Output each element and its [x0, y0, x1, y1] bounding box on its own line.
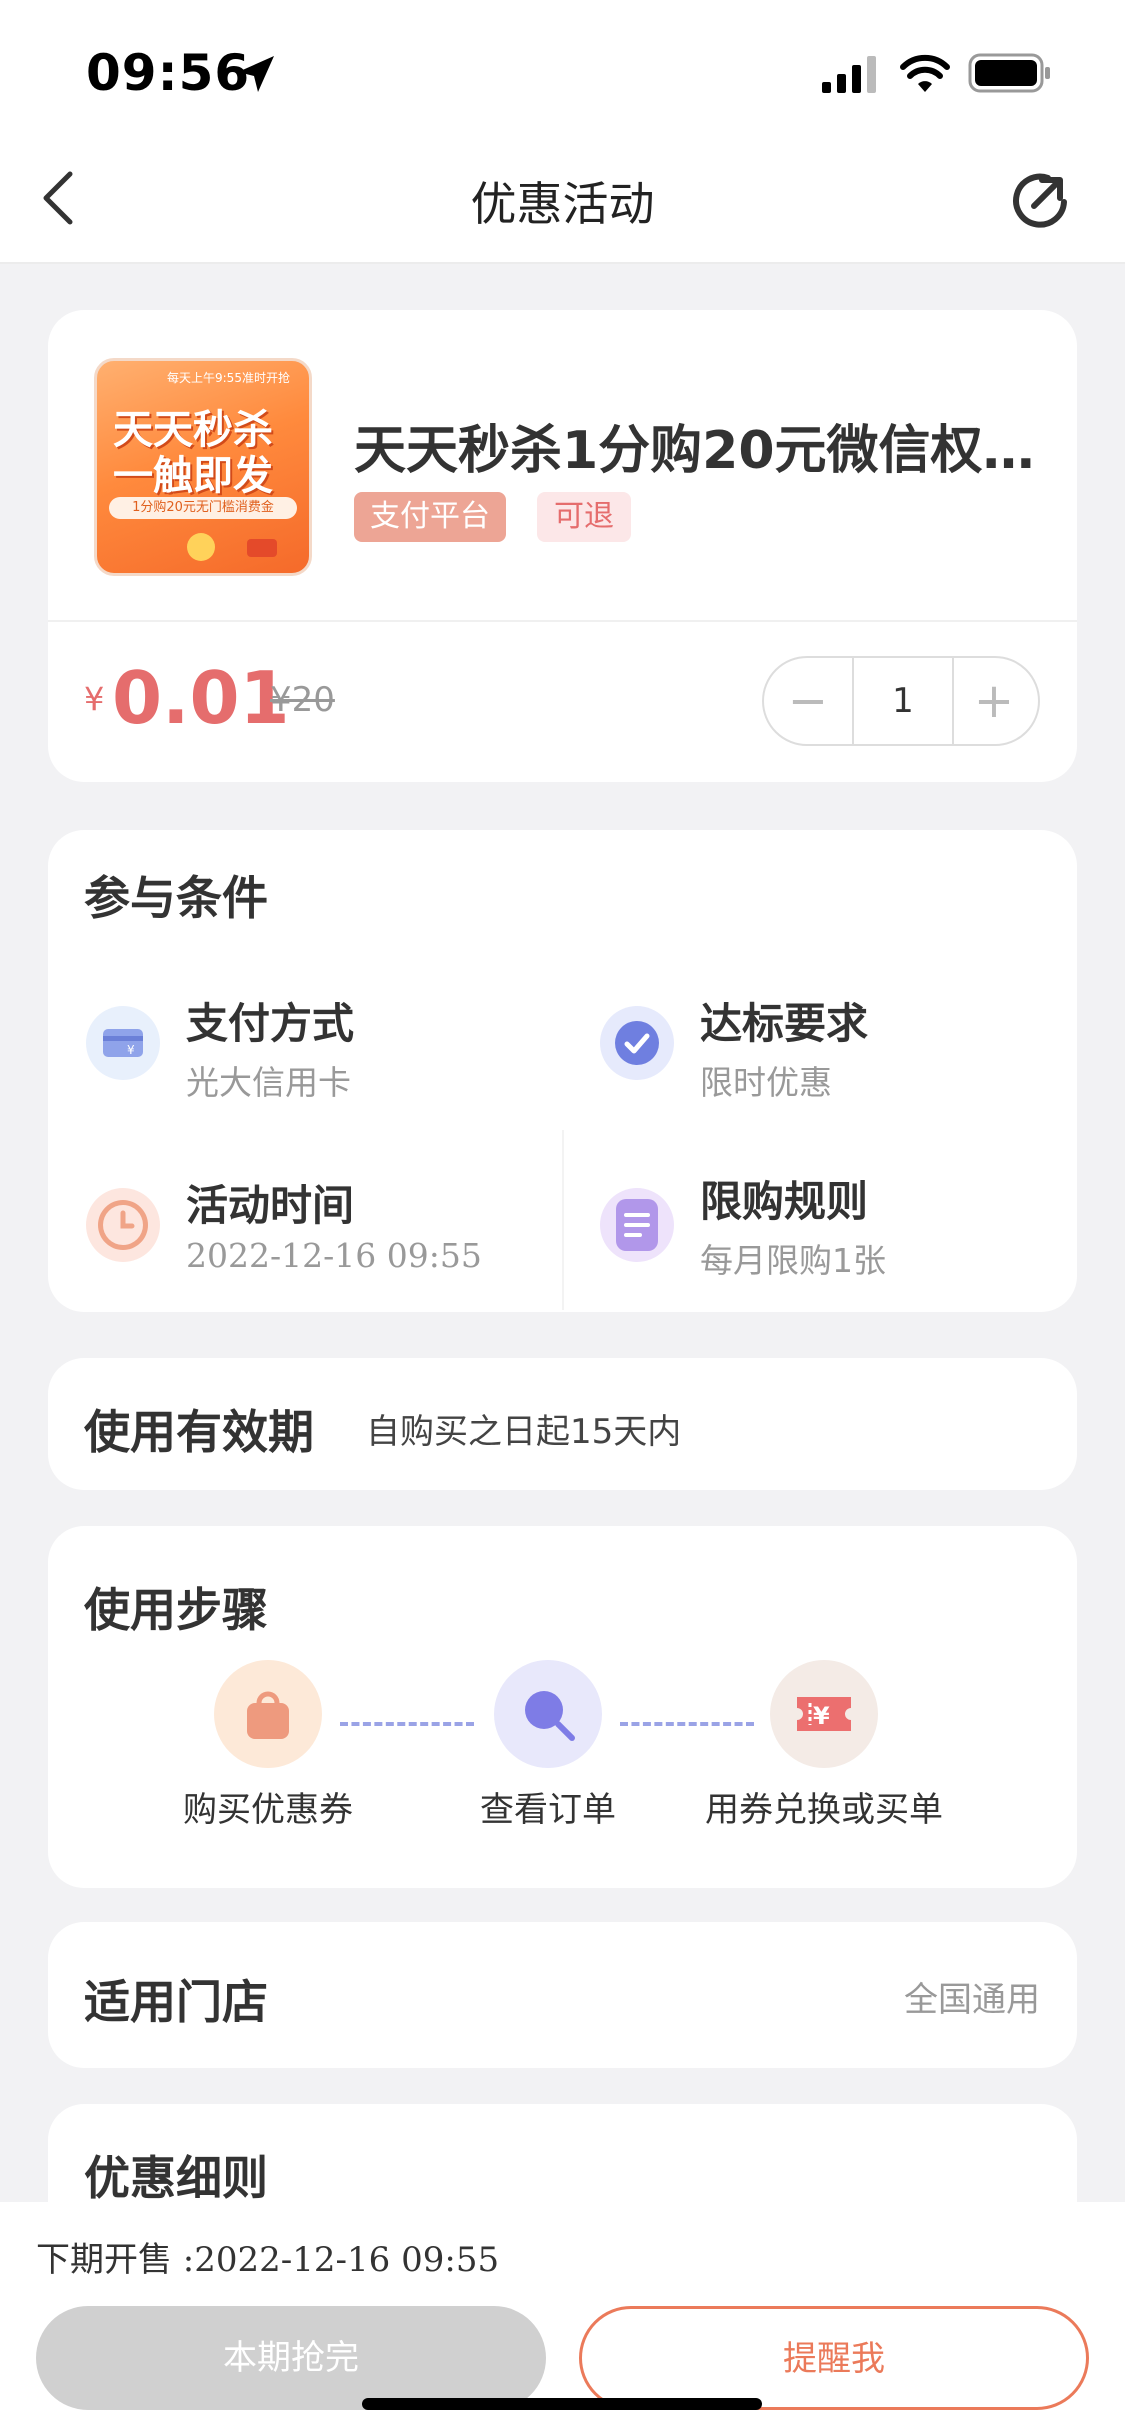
condition-requirement-title: 达标要求 [700, 999, 869, 1048]
increase-button[interactable]: + [950, 658, 1038, 744]
product-title: 天天秒杀1分购20元微信权… [354, 421, 1035, 481]
stores-heading: 适用门店 [84, 1975, 268, 2029]
clock-icon [86, 1188, 160, 1262]
share-icon[interactable] [1008, 166, 1078, 236]
home-indicator [362, 2398, 762, 2410]
svg-text:¥: ¥ [127, 1043, 135, 1057]
cellular-signal-icon [822, 56, 876, 93]
redpacket-decoration [247, 539, 277, 557]
decrease-button[interactable]: − [764, 658, 852, 744]
step-2-label: 查看订单 [480, 1790, 616, 1830]
battery-icon [968, 53, 1050, 93]
quantity-value[interactable]: 1 [852, 658, 954, 744]
condition-requirement-value: 限时优惠 [700, 1063, 832, 1102]
stores-value: 全国通用 [904, 1980, 1040, 2020]
validity-value: 自购买之日起15天内 [366, 1412, 682, 1452]
step-1-label: 购买优惠券 [183, 1790, 353, 1830]
bag-icon [214, 1660, 322, 1768]
location-arrow-icon [238, 56, 274, 92]
condition-limit-value: 每月限购1张 [700, 1241, 886, 1280]
svg-text:¥: ¥ [813, 1702, 830, 1730]
condition-limit-title: 限购规则 [700, 1177, 869, 1226]
condition-time-title: 活动时间 [186, 1181, 355, 1230]
wifi-icon [900, 54, 950, 92]
tag-payment-platform: 支付平台 [354, 492, 506, 542]
search-icon [494, 1660, 602, 1768]
coin-decoration [187, 533, 215, 561]
document-icon [600, 1188, 674, 1262]
condition-payment-title: 支付方式 [186, 999, 355, 1048]
step-3-label: 用券兑换或买单 [705, 1790, 943, 1830]
product-image: 每天上午9:55准时开抢 天天秒杀 一触即发 1分购20元无门槛消费金 [94, 358, 312, 576]
sold-out-button[interactable]: 本期抢完 [36, 2306, 546, 2410]
original-price: ¥20 [270, 680, 335, 720]
conditions-divider [562, 1130, 564, 1310]
remind-me-button[interactable]: 提醒我 [579, 2306, 1089, 2410]
check-icon [600, 1006, 674, 1080]
divider [48, 620, 1077, 622]
tag-refundable: 可退 [537, 492, 631, 542]
validity-heading: 使用有效期 [84, 1405, 314, 1459]
quantity-stepper: − 1 + [762, 656, 1040, 746]
status-time: 09:56 [86, 44, 251, 102]
page-title: 优惠活动 [470, 177, 655, 231]
condition-payment-value: 光大信用卡 [186, 1063, 351, 1102]
card-icon: ¥ [86, 1006, 160, 1080]
condition-time-value: 2022-12-16 09:55 [186, 1236, 482, 1275]
next-sale-text: 下期开售 :2022-12-16 09:55 [36, 2240, 500, 2280]
product-image-corner: 每天上午9:55准时开抢 [167, 371, 290, 385]
product-image-banner: 1分购20元无门槛消费金 [109, 497, 297, 519]
details-heading: 优惠细则 [84, 2151, 268, 2205]
product-image-line2: 一触即发 [113, 453, 273, 499]
step-connector [340, 1722, 474, 1726]
conditions-heading: 参与条件 [84, 871, 268, 925]
currency-symbol: ¥ [84, 680, 105, 718]
price: 0.01 [112, 656, 290, 740]
steps-heading: 使用步骤 [84, 1583, 268, 1637]
step-connector [620, 1722, 754, 1726]
ticket-icon: ¥ [770, 1660, 878, 1768]
